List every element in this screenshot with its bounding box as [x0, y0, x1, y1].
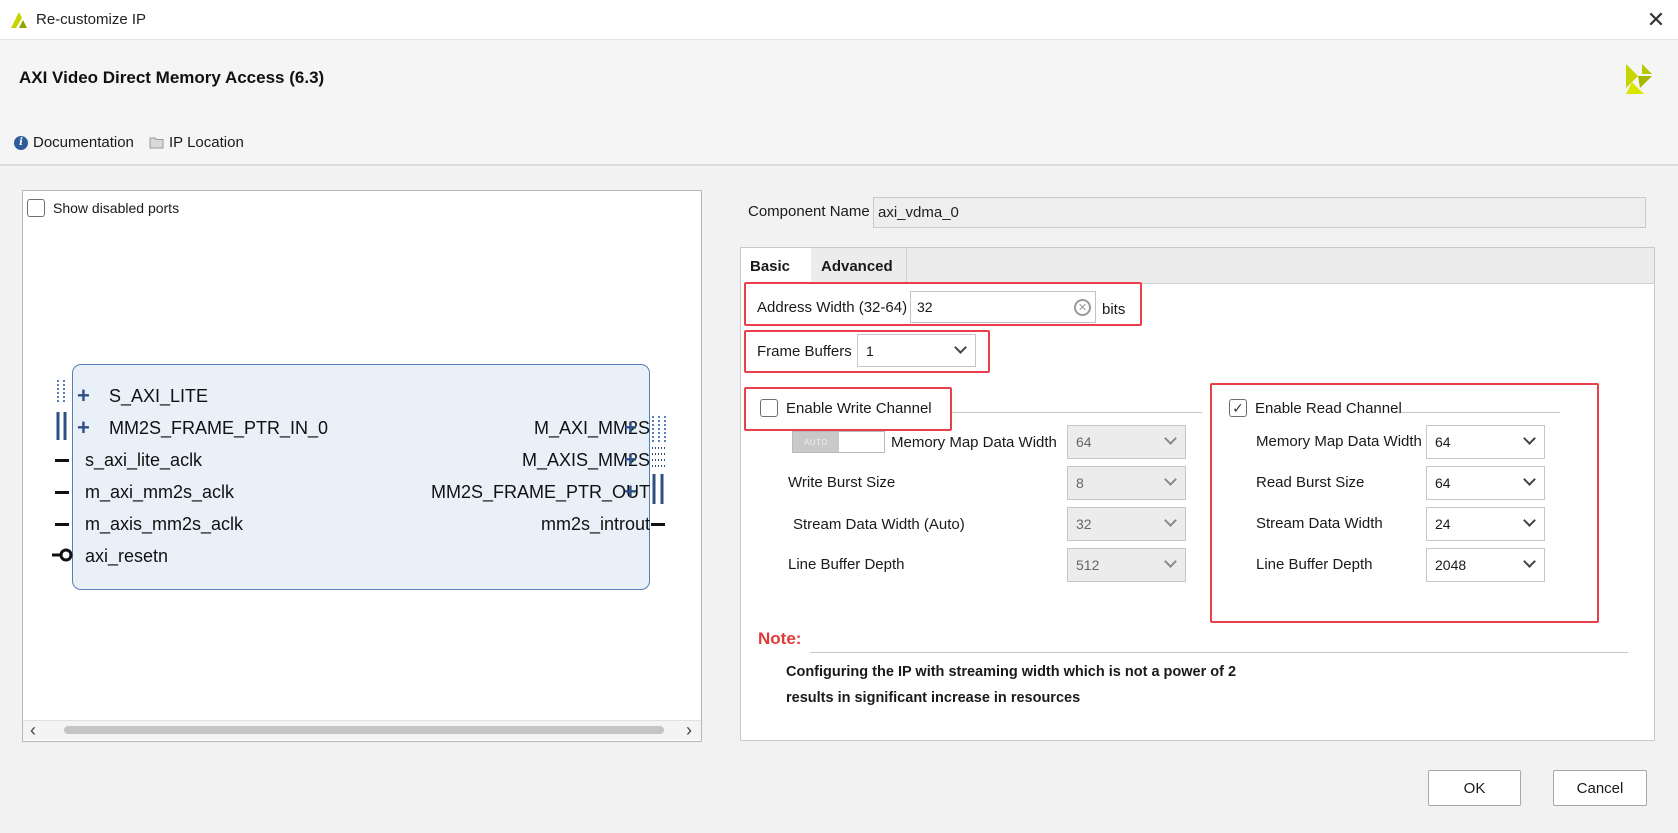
chevron-down-icon [1164, 514, 1177, 527]
note-text-line-1: Configuring the IP with streaming width … [786, 664, 1237, 680]
enable-write-channel-checkbox[interactable] [760, 399, 778, 417]
read-mm-data-width-label: Memory Map Data Width [1256, 433, 1422, 450]
read-stream-data-width-label: Stream Data Width [1256, 515, 1383, 532]
reset-bubble-icon [52, 548, 73, 562]
port-wire [55, 523, 69, 526]
chevron-down-icon [1164, 473, 1177, 486]
write-mm-data-width-label: Memory Map Data Width [891, 434, 1057, 451]
read-stream-data-width-select[interactable]: 24 [1426, 507, 1545, 541]
expand-icon[interactable]: + [624, 481, 637, 503]
read-burst-size-select[interactable]: 64 [1426, 466, 1545, 500]
info-icon: i [14, 135, 28, 150]
auto-toggle-knob: AUTO [793, 432, 839, 452]
close-button[interactable]: ✕ [1638, 4, 1674, 36]
expand-icon[interactable]: + [624, 417, 637, 439]
ip-location-link[interactable]: IP Location [149, 134, 244, 151]
port-s-axi-lite-aclk: s_axi_lite_aclk [85, 450, 203, 470]
note-separator [810, 652, 1628, 653]
port-m-axi-mm2s-aclk: m_axi_mm2s_aclk [85, 482, 235, 502]
expand-icon[interactable]: + [77, 417, 90, 439]
chevron-down-icon [1523, 514, 1536, 527]
chevron-down-icon [1523, 432, 1536, 445]
title-bar [0, 0, 1678, 40]
read-line-buffer-depth-label: Line Buffer Depth [1256, 556, 1373, 573]
port-wire [651, 523, 665, 526]
port-s-axi-lite: S_AXI_LITE [109, 386, 209, 406]
show-disabled-ports-checkbox[interactable] [27, 199, 45, 217]
scroll-left-icon[interactable]: ‹ [30, 720, 36, 741]
ok-button[interactable]: OK [1428, 770, 1521, 806]
read-burst-size-value: 64 [1435, 475, 1451, 491]
cancel-button[interactable]: Cancel [1553, 770, 1647, 806]
port-mm2s-frame-ptr-out: MM2S_FRAME_PTR_OUT [430, 482, 650, 502]
enable-read-channel-label: Enable Read Channel [1255, 399, 1402, 417]
show-disabled-ports-label: Show disabled ports [53, 200, 180, 216]
frame-buffers-label: Frame Buffers [757, 343, 852, 360]
port-mm2s-frame-ptr-in: MM2S_FRAME_PTR_IN_0 [109, 418, 329, 438]
enable-read-channel-checkbox[interactable]: ✓ [1229, 399, 1247, 417]
tab-basic[interactable]: Basic [741, 248, 811, 285]
write-stream-data-width-select[interactable]: 32 [1067, 507, 1186, 541]
tab-advanced[interactable]: Advanced [812, 248, 907, 284]
read-line-buffer-depth-value: 2048 [1435, 557, 1467, 573]
port-wire [55, 459, 69, 462]
chevron-down-icon [1523, 473, 1536, 486]
group-separator [952, 412, 1202, 413]
address-width-input[interactable]: 32 [910, 291, 1096, 323]
write-line-buffer-depth-value: 512 [1076, 557, 1100, 573]
expand-icon[interactable]: + [624, 449, 637, 471]
enable-write-channel-label: Enable Write Channel [786, 399, 932, 417]
enable-write-channel-option[interactable]: Enable Write Channel [760, 399, 932, 417]
address-width-unit: bits [1102, 301, 1126, 318]
vivado-logo-icon [11, 12, 27, 28]
bus-interface-icon [56, 380, 67, 440]
group-separator [1397, 412, 1560, 413]
address-width-label: Address Width (32-64) [757, 299, 908, 316]
write-burst-size-label: Write Burst Size [788, 474, 896, 491]
port-mm2s-introut: mm2s_introut [540, 514, 650, 534]
clear-input-icon[interactable]: ✕ [1074, 299, 1091, 316]
chevron-down-icon [1164, 555, 1177, 568]
port-axi-resetn: axi_resetn [85, 546, 169, 566]
scrollbar-thumb[interactable] [64, 726, 664, 734]
documentation-label: Documentation [33, 134, 134, 151]
chevron-down-icon [954, 341, 967, 354]
ip-title: AXI Video Direct Memory Access (6.3) [19, 68, 325, 87]
component-name-label: Component Name [748, 203, 870, 220]
read-mm-data-width-select[interactable]: 64 [1426, 425, 1545, 459]
write-line-buffer-depth-label: Line Buffer Depth [788, 556, 905, 573]
write-stream-data-width-label: Stream Data Width (Auto) [793, 516, 965, 533]
write-line-buffer-depth-select[interactable]: 512 [1067, 548, 1186, 582]
write-mm-data-width-value: 64 [1076, 434, 1092, 450]
frame-buffers-value: 1 [866, 343, 874, 359]
read-line-buffer-depth-select[interactable]: 2048 [1426, 548, 1545, 582]
show-disabled-ports-option[interactable]: Show disabled ports [27, 199, 179, 217]
write-mm-data-width-select[interactable]: 64 [1067, 425, 1186, 459]
chevron-down-icon [1523, 555, 1536, 568]
documentation-link[interactable]: i Documentation [14, 134, 134, 151]
write-stream-data-width-value: 32 [1076, 516, 1092, 532]
brand-logo-icon [1626, 64, 1652, 94]
note-title: Note: [758, 629, 802, 648]
component-name-input[interactable]: axi_vdma_0 [873, 197, 1646, 228]
scroll-right-icon[interactable]: › [686, 720, 692, 741]
folder-icon [149, 137, 164, 149]
enable-read-channel-option[interactable]: ✓ Enable Read Channel [1229, 399, 1402, 417]
port-wire [55, 491, 69, 494]
read-burst-size-label: Read Burst Size [1256, 474, 1365, 491]
expand-icon[interactable]: + [77, 385, 90, 407]
window-title: Re-customize IP [36, 11, 147, 28]
frame-buffers-select[interactable]: 1 [857, 334, 976, 367]
ip-location-label: IP Location [169, 134, 244, 151]
read-channel-highlight [1210, 383, 1599, 623]
port-m-axis-mm2s-aclk: m_axis_mm2s_aclk [85, 514, 244, 534]
read-mm-data-width-value: 64 [1435, 434, 1451, 450]
read-stream-data-width-value: 24 [1435, 516, 1451, 532]
chevron-down-icon [1164, 432, 1177, 445]
write-burst-size-select[interactable]: 8 [1067, 466, 1186, 500]
bus-interface-icon [652, 416, 666, 504]
dialog-header [0, 40, 1678, 166]
note-text-line-2: results in significant increase in resou… [786, 690, 1081, 706]
write-burst-size-value: 8 [1076, 475, 1084, 491]
